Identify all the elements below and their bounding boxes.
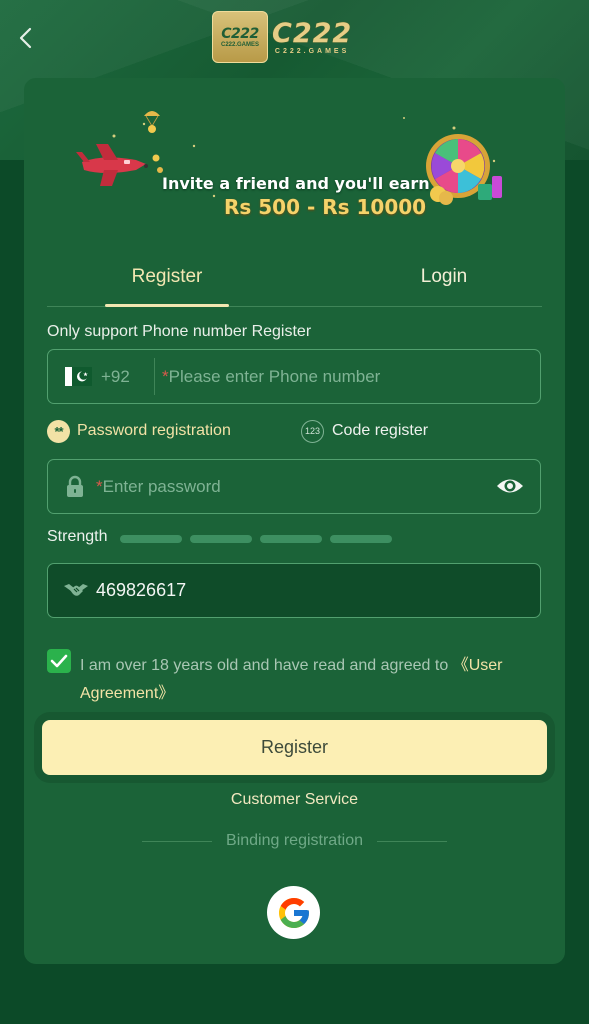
divider-line [142,840,213,842]
binding-registration-divider: Binding registration [24,832,565,850]
agree-checkbox[interactable] [47,649,71,673]
auth-tabs: Register Login [47,248,542,307]
phone-input[interactable]: * Please enter Phone number [162,350,380,403]
binding-registration-label: Binding registration [226,832,363,849]
back-button[interactable] [12,24,40,52]
required-mark: * [96,476,103,496]
prize-wheel-icon [426,134,502,205]
divider-line [376,840,447,842]
strength-meter [120,535,392,543]
agreement-statement: I am over 18 years old and have read and… [80,657,453,674]
logo-wordmark-text: C222 [272,17,353,49]
logo: C222 C222.GAMES C222 C222.GAMES [212,11,352,63]
logo-badge-subtext: C222.GAMES [220,42,259,48]
invite-banner[interactable]: Invite a friend and you'll earn Rs 500 -… [74,106,514,219]
required-mark: * [162,366,169,386]
password-registration-label: Password registration [77,422,231,439]
phone-placeholder: Please enter Phone number [168,366,381,386]
phone-field[interactable]: +92 * Please enter Phone number [47,349,541,404]
banner-reward-range: Rs 500 - Rs 10000 [224,195,427,219]
password-field[interactable]: * Enter password [47,459,541,514]
strength-label: Strength [47,528,108,545]
checkmark-icon [50,654,68,668]
code-mode-icon: 123 [301,419,324,443]
strength-bar [120,535,182,543]
country-code[interactable]: +92 [101,350,130,403]
strength-bar [190,535,252,543]
agreement-text: I am over 18 years old and have read and… [80,652,540,708]
airplane-icon [76,144,148,186]
parachute-coin-icon [144,111,160,133]
customer-service-link[interactable]: Customer Service [24,791,565,809]
banner-headline: Invite a friend and you'll earn [162,174,430,193]
field-divider [154,358,155,395]
google-login-button[interactable] [267,886,320,939]
lock-icon [67,475,83,497]
logo-wordmark: C222 C222.GAMES [272,17,353,55]
strength-bar [260,535,322,543]
google-icon [278,897,309,928]
tab-register[interactable]: Register [105,248,229,307]
strength-bar [330,535,392,543]
logo-wordmark-subtext: C222.GAMES [274,47,350,55]
invite-code-field[interactable]: 469826617 [47,563,541,618]
invite-code-input[interactable]: 469826617 [96,564,186,617]
register-hint: Only support Phone number Register [47,323,312,340]
tab-login[interactable]: Login [382,248,506,305]
password-registration-option[interactable]: ** Password registration [47,418,231,444]
register-button[interactable]: Register [42,720,547,775]
handshake-icon [64,584,88,596]
logo-badge: C222 C222.GAMES [212,11,268,63]
register-card: Invite a friend and you'll earn Rs 500 -… [24,78,565,964]
password-mode-icon: ** [47,419,70,443]
chevron-left-icon [19,27,32,49]
password-placeholder: Enter password [102,476,221,496]
code-register-label: Code register [332,422,429,439]
pakistan-flag-icon [65,367,92,386]
eye-icon[interactable] [495,474,525,498]
password-input[interactable]: * Enter password [96,460,221,513]
code-register-option[interactable]: 123 Code register [301,418,428,444]
logo-badge-text: C222 [221,26,259,42]
